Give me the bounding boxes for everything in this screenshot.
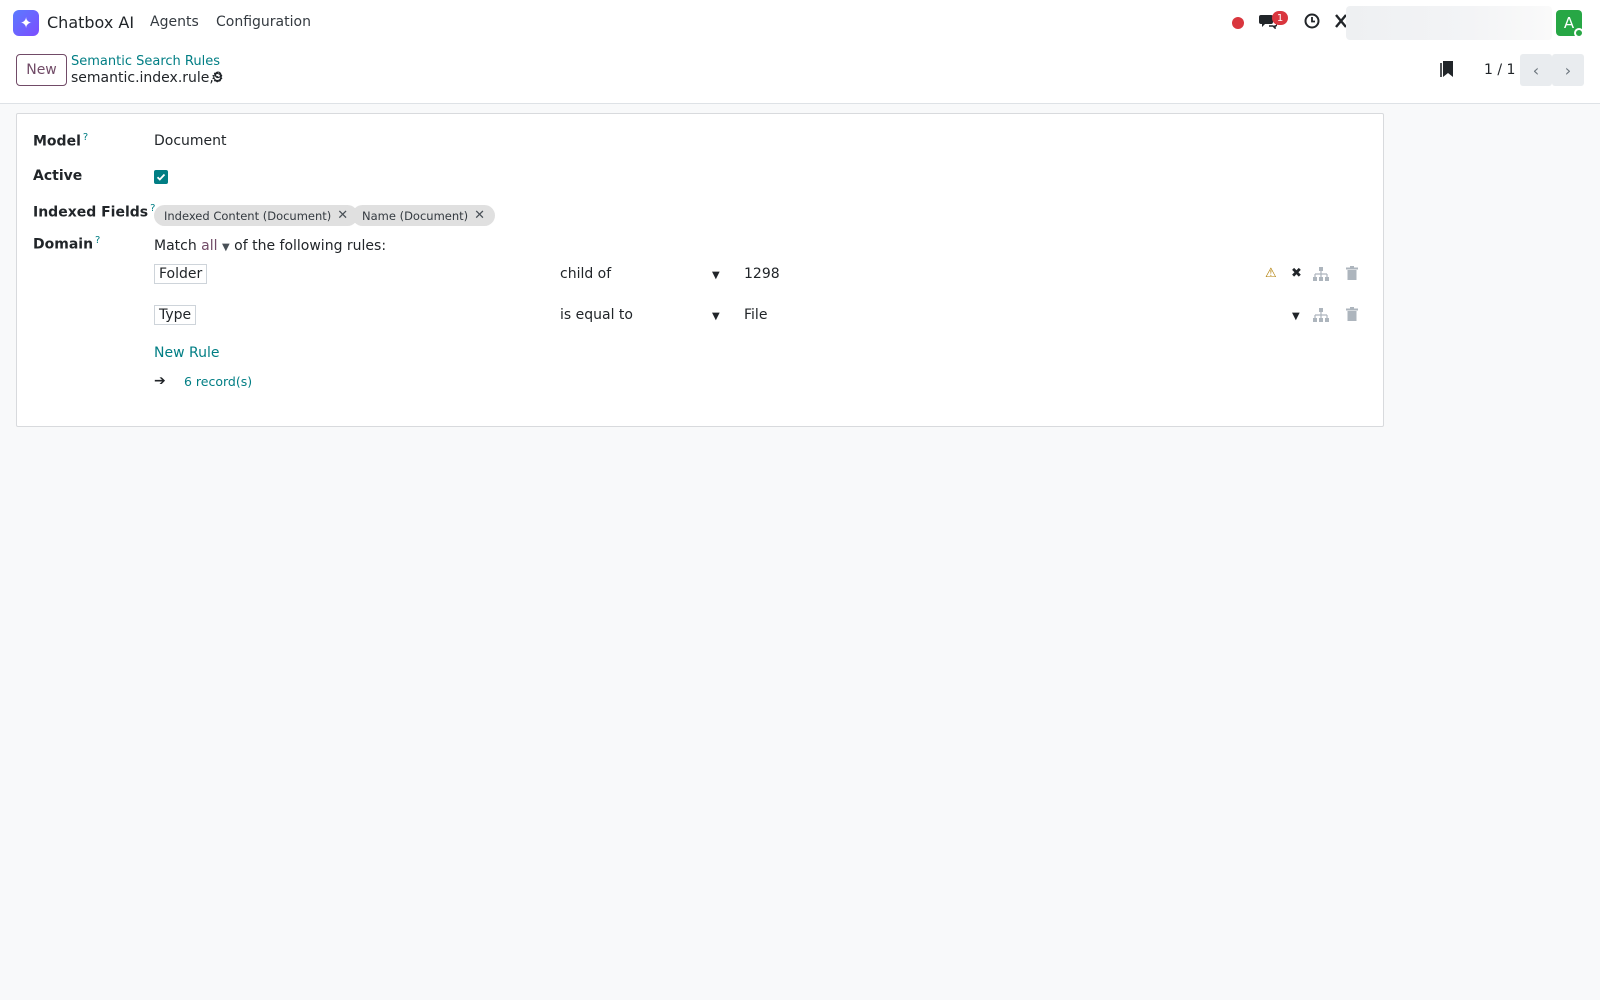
- clock-icon[interactable]: [1304, 13, 1320, 29]
- caret-down-icon[interactable]: ▼: [712, 270, 720, 281]
- new-button[interactable]: New: [16, 54, 67, 86]
- tag-label: Name (Document): [362, 208, 469, 223]
- company-switcher[interactable]: [1346, 6, 1552, 40]
- chevron-left-icon: ‹: [1532, 60, 1540, 80]
- model-label-text: Model: [33, 133, 81, 150]
- chevron-right-icon: ›: [1564, 60, 1572, 80]
- caret-down-icon[interactable]: ▼: [712, 311, 720, 322]
- records-link[interactable]: 6 record(s): [184, 374, 252, 389]
- remove-tag-icon[interactable]: ✕: [474, 208, 485, 223]
- pager-next-button[interactable]: ›: [1552, 54, 1584, 86]
- warning-icon: ⚠: [1265, 266, 1277, 281]
- chat-badge: 1: [1272, 11, 1288, 25]
- domain-label-text: Domain: [33, 236, 94, 253]
- bookmark-icon[interactable]: [1440, 60, 1454, 78]
- sparkle-icon[interactable]: ✦: [13, 10, 39, 36]
- pager-previous-button[interactable]: ‹: [1520, 54, 1552, 86]
- tag-indexed-content[interactable]: Indexed Content (Document) ✕: [154, 205, 359, 226]
- domain-prefix: Match: [154, 238, 197, 254]
- breadcrumb-parent[interactable]: Semantic Search Rules: [71, 54, 220, 69]
- rule-operator[interactable]: child of: [560, 266, 611, 282]
- control-panel: New Semantic Search Rules semantic.index…: [0, 46, 1600, 104]
- caret-down-icon[interactable]: ▼: [1292, 311, 1300, 322]
- indexed-fields-label: Indexed Fields?: [33, 203, 155, 221]
- pager-value[interactable]: 1 / 1: [1484, 62, 1515, 78]
- presence-indicator: [1574, 28, 1584, 38]
- gear-icon[interactable]: ⚙: [211, 70, 224, 86]
- record-dot-icon[interactable]: [1232, 17, 1244, 29]
- app-name[interactable]: Chatbox AI: [47, 13, 134, 32]
- add-branch-icon[interactable]: [1313, 308, 1329, 326]
- add-branch-icon[interactable]: [1313, 267, 1329, 285]
- arrow-right-icon: ➔: [154, 373, 166, 389]
- check-icon: [156, 173, 166, 181]
- rule-value[interactable]: File: [744, 307, 767, 323]
- remove-tag-icon[interactable]: ✕: [337, 208, 348, 223]
- active-label: Active: [33, 168, 83, 184]
- tag-label: Indexed Content (Document): [164, 208, 332, 223]
- menu-agents[interactable]: Agents: [150, 14, 199, 30]
- model-label: Model?: [33, 132, 88, 150]
- domain-label: Domain?: [33, 235, 100, 253]
- rule-operator[interactable]: is equal to: [560, 307, 633, 323]
- trash-icon[interactable]: [1346, 307, 1358, 325]
- form-sheet: Model? Document Active Indexed Fields? I…: [16, 113, 1384, 427]
- rule-value[interactable]: 1298: [744, 266, 780, 282]
- domain-connector-select[interactable]: all ▼: [201, 238, 230, 254]
- top-navbar: ✦ Chatbox AI Agents Configuration 1 A: [0, 0, 1600, 46]
- domain-suffix: of the following rules:: [234, 238, 387, 254]
- close-icon[interactable]: ✖: [1291, 266, 1302, 281]
- help-icon[interactable]: ?: [95, 235, 100, 246]
- indexed-fields-label-text: Indexed Fields: [33, 204, 149, 221]
- rule-path-type[interactable]: Type: [154, 305, 197, 325]
- trash-icon[interactable]: [1346, 266, 1358, 284]
- help-icon[interactable]: ?: [83, 132, 88, 143]
- active-checkbox[interactable]: [154, 170, 168, 184]
- model-value: Document: [154, 133, 227, 149]
- new-rule-link[interactable]: New Rule: [154, 345, 219, 361]
- caret-down-icon: ▼: [221, 242, 230, 253]
- domain-connector-value: all: [201, 238, 218, 254]
- tag-name[interactable]: Name (Document) ✕: [352, 205, 496, 226]
- breadcrumb-current: semantic.index.rule,9: [71, 70, 223, 86]
- rule-path-folder[interactable]: Folder: [154, 264, 208, 284]
- domain-summary: Match all ▼ of the following rules:: [154, 238, 386, 254]
- menu-configuration[interactable]: Configuration: [216, 14, 311, 30]
